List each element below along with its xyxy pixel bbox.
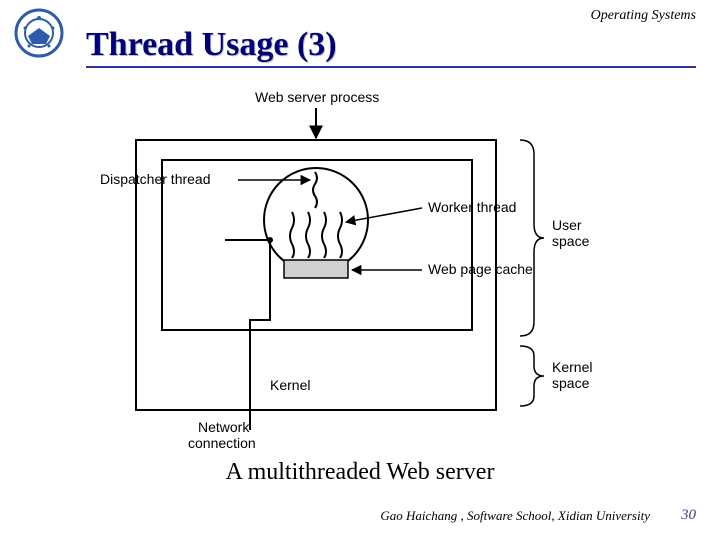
label-user-space-line1: User [552,217,582,233]
page-number: 30 [681,507,696,524]
label-kernel-space-line2: space [552,375,590,391]
label-web-server-process: Web server process [255,89,379,105]
label-web-page-cache: Web page cache [428,261,533,277]
slide-title-block: Thread Usage (3) [86,26,696,68]
title-underline [86,66,696,68]
label-network-connection-line2: connection [188,435,256,450]
label-dispatcher-thread: Dispatcher thread [100,171,211,187]
university-logo [14,8,64,58]
label-worker-thread: Worker thread [428,199,516,215]
label-network-connection-line1: Network [198,419,250,435]
course-name: Operating Systems [591,8,696,24]
figure-caption: A multithreaded Web server [0,459,720,486]
figure-multithreaded-web-server: Kernel Web server process Dispatcher thr… [70,80,650,450]
label-kernel: Kernel [270,377,310,393]
slide-title: Thread Usage (3) [86,26,696,64]
footer-credit: Gao Haichang , Software School, Xidian U… [380,508,650,524]
label-user-space-line2: space [552,233,590,249]
label-kernel-space-line1: Kernel [552,359,592,375]
